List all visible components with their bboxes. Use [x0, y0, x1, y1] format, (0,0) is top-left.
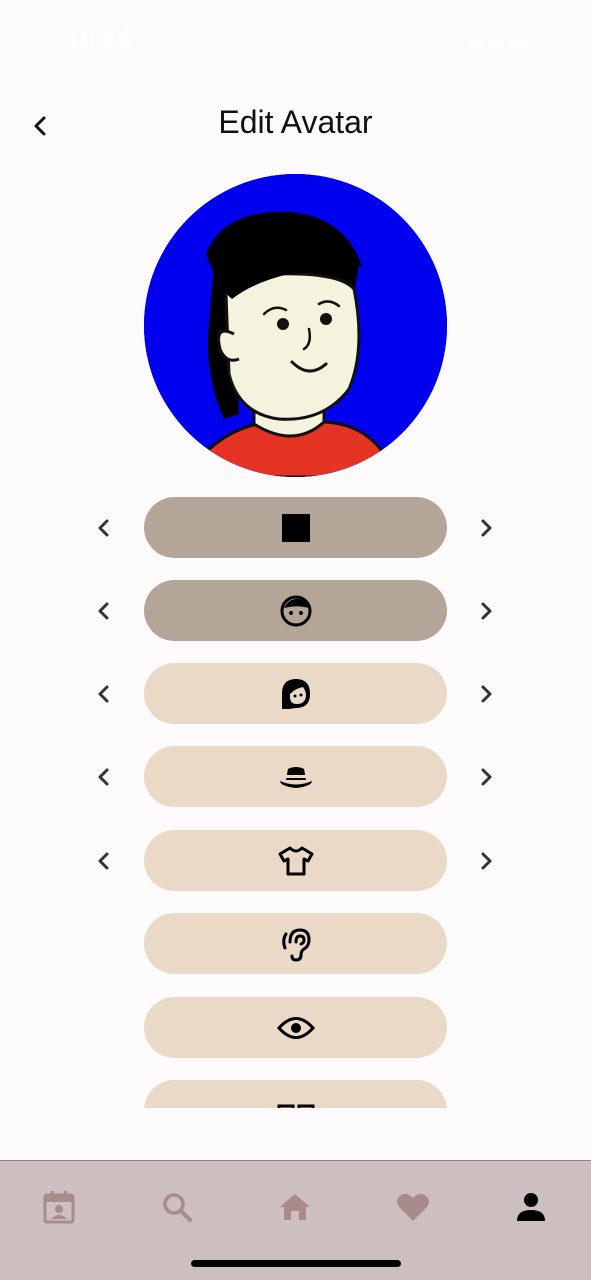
tab-profile[interactable] [503, 1179, 559, 1235]
next-button[interactable] [466, 841, 506, 881]
next-button[interactable] [466, 674, 506, 714]
chevron-right-icon [481, 685, 492, 703]
calendar-icon [43, 1191, 75, 1224]
option-row-hat [0, 746, 591, 808]
person-icon [517, 1193, 545, 1221]
next-button[interactable] [466, 508, 506, 548]
square-icon [281, 513, 310, 542]
option-row-ear [0, 913, 591, 975]
partial-icon [277, 1104, 314, 1108]
search-icon [163, 1193, 192, 1222]
avatar-preview [144, 174, 447, 477]
chevron-right-icon [481, 602, 492, 620]
header: Edit Avatar [0, 90, 591, 160]
chevron-left-icon [98, 602, 109, 620]
option-row-hair [0, 663, 591, 725]
status-bar: 10:16 [0, 0, 591, 80]
chevron-left-icon [98, 519, 109, 537]
option-pill-face[interactable] [144, 580, 447, 641]
tab-favorites[interactable] [385, 1179, 441, 1235]
avatar-illustration [144, 174, 447, 477]
option-row-face [0, 580, 591, 642]
home-icon [280, 1194, 310, 1220]
home-indicator [191, 1260, 401, 1267]
shirt-icon [278, 846, 313, 875]
previous-button[interactable] [84, 508, 124, 548]
option-pill-more[interactable] [144, 1080, 447, 1108]
status-icons [471, 34, 531, 48]
previous-button[interactable] [84, 591, 124, 631]
ear-icon [281, 927, 311, 962]
option-pill-hat[interactable] [144, 746, 447, 807]
option-pill-shirt[interactable] [144, 830, 447, 891]
tab-home[interactable] [267, 1179, 323, 1235]
face-icon [280, 595, 311, 626]
option-pill-ear[interactable] [144, 913, 447, 974]
page-title: Edit Avatar [218, 104, 373, 140]
option-row-more [0, 1080, 591, 1108]
chevron-left-icon [98, 768, 109, 786]
tab-search[interactable] [149, 1179, 205, 1235]
avatar-options-list[interactable] [0, 495, 591, 1108]
option-pill-background[interactable] [144, 497, 447, 558]
hair-icon [281, 678, 310, 709]
heart-icon [397, 1193, 429, 1221]
option-row-shirt [0, 830, 591, 892]
next-button[interactable] [466, 757, 506, 797]
option-row-background [0, 497, 591, 559]
option-row-eye [0, 997, 591, 1059]
previous-button[interactable] [84, 841, 124, 881]
chevron-right-icon [481, 768, 492, 786]
chevron-left-icon [98, 852, 109, 870]
next-button[interactable] [466, 591, 506, 631]
hat-icon [279, 766, 312, 788]
option-pill-hair[interactable] [144, 663, 447, 724]
status-time: 10:16 [66, 24, 133, 54]
chevron-right-icon [481, 519, 492, 537]
previous-button[interactable] [84, 757, 124, 797]
chevron-left-icon [98, 685, 109, 703]
previous-button[interactable] [84, 674, 124, 714]
chevron-right-icon [481, 852, 492, 870]
option-pill-eye[interactable] [144, 997, 447, 1058]
eye-icon [276, 1016, 315, 1039]
tab-calendar[interactable] [31, 1179, 87, 1235]
